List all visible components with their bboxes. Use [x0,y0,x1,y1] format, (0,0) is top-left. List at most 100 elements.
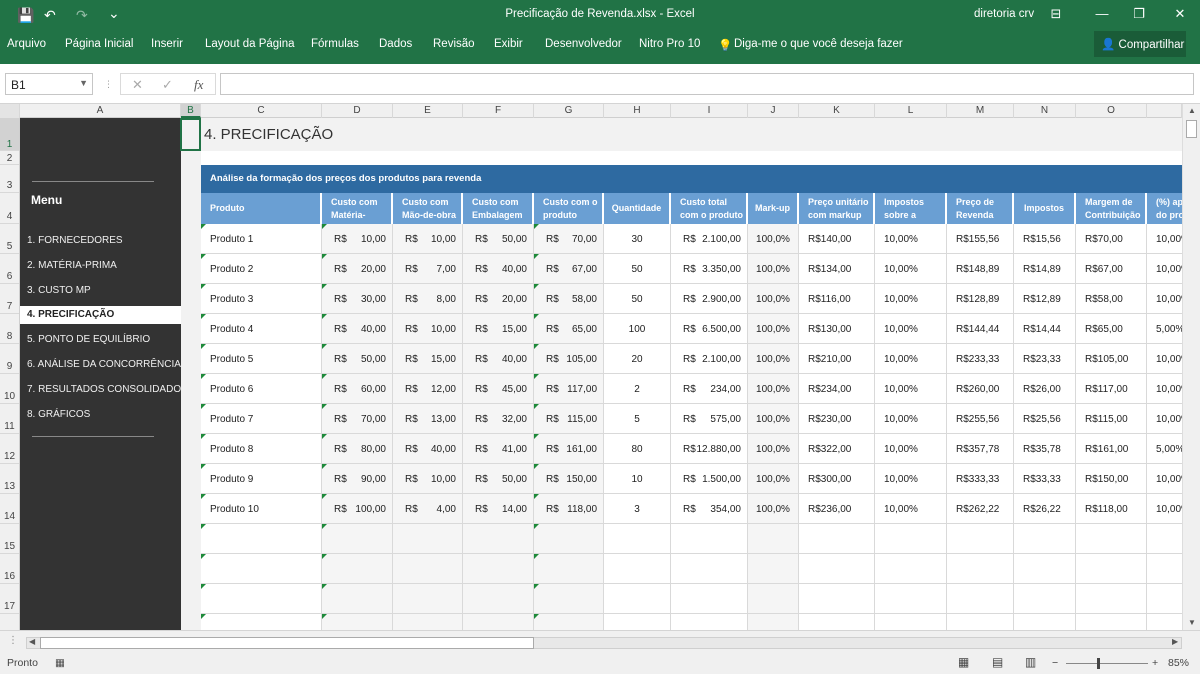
cell-mark-up[interactable]: 100,0% [748,224,799,254]
name-box[interactable]: B1 ▼ [5,73,93,95]
cell-embalagem[interactable] [463,524,534,554]
cell-custo-total[interactable]: R$ 1.500,00 [671,464,748,494]
cell-produto[interactable]: Produto 5 [201,344,322,374]
cell-percentual[interactable]: 10,00% [1147,404,1182,434]
cell-impostos-sobre[interactable]: 10,00% [875,464,947,494]
cell-materia[interactable]: R$ 50,00 [322,344,393,374]
cell-preco-revenda[interactable]: R$260,00 [947,374,1014,404]
cell-mao-de-obra[interactable]: R$ 8,00 [393,284,463,314]
tab-layout[interactable]: Layout da Página [205,38,295,50]
col-header-j[interactable]: J [748,104,799,118]
cell-margem[interactable]: R$105,00 [1076,344,1147,374]
cell-produto[interactable]: Produto 9 [201,464,322,494]
cell-preco-revenda[interactable]: R$144,44 [947,314,1014,344]
select-all-corner[interactable] [0,104,20,118]
cell-embalagem[interactable]: R$ 50,00 [463,464,534,494]
cell-quantidade[interactable]: 3 [604,494,671,524]
cell-quantidade[interactable]: 50 [604,284,671,314]
cell-mao-de-obra[interactable]: R$ 4,00 [393,494,463,524]
cell-quantidade[interactable] [604,554,671,584]
cell-preco-revenda[interactable]: R$255,56 [947,404,1014,434]
cell-mao-de-obra[interactable]: R$ 10,00 [393,314,463,344]
scroll-up-icon[interactable]: ▲ [1188,106,1196,115]
cell-percentual[interactable]: 10,00% [1147,464,1182,494]
col-header-l[interactable]: L [875,104,947,118]
cell-custo-produto[interactable]: R$ 65,00 [534,314,604,344]
cell-quantidade[interactable]: 5 [604,404,671,434]
cell-custo-total[interactable]: R$ 234,00 [671,374,748,404]
cell-embalagem[interactable]: R$ 32,00 [463,404,534,434]
cell-embalagem[interactable]: R$ 40,00 [463,344,534,374]
cell-impostos-sobre[interactable] [875,554,947,584]
cell-custo-produto[interactable] [534,584,604,614]
cell-quantidade[interactable]: 100 [604,314,671,344]
col-header-h[interactable]: H [604,104,671,118]
row-header-5[interactable]: 5 [0,224,19,254]
cell-custo-produto[interactable]: R$ 70,00 [534,224,604,254]
insert-function-icon[interactable]: fx [194,77,203,93]
ribbon-display-icon[interactable]: ⊟ [1046,6,1066,22]
cell-quantidade[interactable]: 30 [604,224,671,254]
cell-preco-markup[interactable]: R$300,00 [799,464,875,494]
cell-produto[interactable] [201,524,322,554]
cell-materia[interactable]: R$ 80,00 [322,434,393,464]
cell-impostos[interactable]: R$25,56 [1014,404,1076,434]
cell-materia[interactable]: R$ 60,00 [322,374,393,404]
vertical-scroll-thumb[interactable] [1186,120,1197,138]
maximize-icon[interactable]: ❐ [1129,6,1149,22]
cell-percentual[interactable] [1147,584,1182,614]
cell-margem[interactable]: R$118,00 [1076,494,1147,524]
cell-materia[interactable]: R$ 90,00 [322,464,393,494]
cell-preco-revenda[interactable] [947,614,1014,630]
col-header-m[interactable]: M [947,104,1014,118]
menu-item-materia-prima[interactable]: 2. MATÉRIA-PRIMA [20,257,181,275]
cell-preco-revenda[interactable]: R$148,89 [947,254,1014,284]
cell-percentual[interactable]: 10,00% [1147,344,1182,374]
cell-materia[interactable]: R$ 40,00 [322,314,393,344]
tab-options-icon[interactable]: ⋮ [8,635,18,646]
cell-preco-markup[interactable]: R$130,00 [799,314,875,344]
col-header-d[interactable]: D [322,104,393,118]
cell-custo-total[interactable]: R$ 6.500,00 [671,314,748,344]
minimize-icon[interactable]: — [1092,6,1112,21]
cell-mark-up[interactable]: 100,0% [748,374,799,404]
cell-materia[interactable]: R$ 70,00 [322,404,393,434]
col-header-o[interactable]: O [1076,104,1147,118]
cell-impostos-sobre[interactable]: 10,00% [875,284,947,314]
cell-embalagem[interactable]: R$ 40,00 [463,254,534,284]
cell-mao-de-obra[interactable]: R$ 40,00 [393,434,463,464]
cell-mao-de-obra[interactable]: R$ 10,00 [393,464,463,494]
col-header-p[interactable] [1147,104,1182,118]
cell-produto[interactable]: Produto 1 [201,224,322,254]
cell-mao-de-obra[interactable]: R$ 10,00 [393,224,463,254]
enter-icon[interactable]: ✓ [162,77,173,93]
cell-custo-total[interactable]: R$ 2.100,00 [671,224,748,254]
cell-preco-markup[interactable]: R$230,00 [799,404,875,434]
cell-preco-revenda[interactable]: R$233,33 [947,344,1014,374]
cell-custo-produto[interactable]: R$ 161,00 [534,434,604,464]
cell-materia[interactable]: R$ 20,00 [322,254,393,284]
cell-custo-total[interactable]: R$ 2.100,00 [671,344,748,374]
cell-produto[interactable]: Produto 2 [201,254,322,284]
cell-percentual[interactable]: 10,00% [1147,224,1182,254]
cell-materia[interactable] [322,524,393,554]
cell-impostos-sobre[interactable]: 10,00% [875,494,947,524]
cell-materia[interactable]: R$ 30,00 [322,284,393,314]
cell-preco-revenda[interactable] [947,524,1014,554]
cell-preco-markup[interactable]: R$116,00 [799,284,875,314]
cell-custo-total[interactable]: R$ 2.900,00 [671,284,748,314]
row-header-15[interactable]: 15 [0,524,19,554]
cell-materia[interactable] [322,584,393,614]
row-header-8[interactable]: 8 [0,314,19,344]
tab-dados[interactable]: Dados [379,38,412,50]
cell-impostos-sobre[interactable]: 10,00% [875,344,947,374]
cell-impostos[interactable]: R$12,89 [1014,284,1076,314]
row-header-1[interactable]: 1 [0,118,19,151]
cell-percentual[interactable] [1147,554,1182,584]
cell-embalagem[interactable]: R$ 14,00 [463,494,534,524]
scroll-down-icon[interactable]: ▼ [1188,618,1196,627]
cell-margem[interactable]: R$150,00 [1076,464,1147,494]
cell-produto[interactable]: Produto 8 [201,434,322,464]
row-header-9[interactable]: 9 [0,344,19,374]
row-header-12[interactable]: 12 [0,434,19,464]
